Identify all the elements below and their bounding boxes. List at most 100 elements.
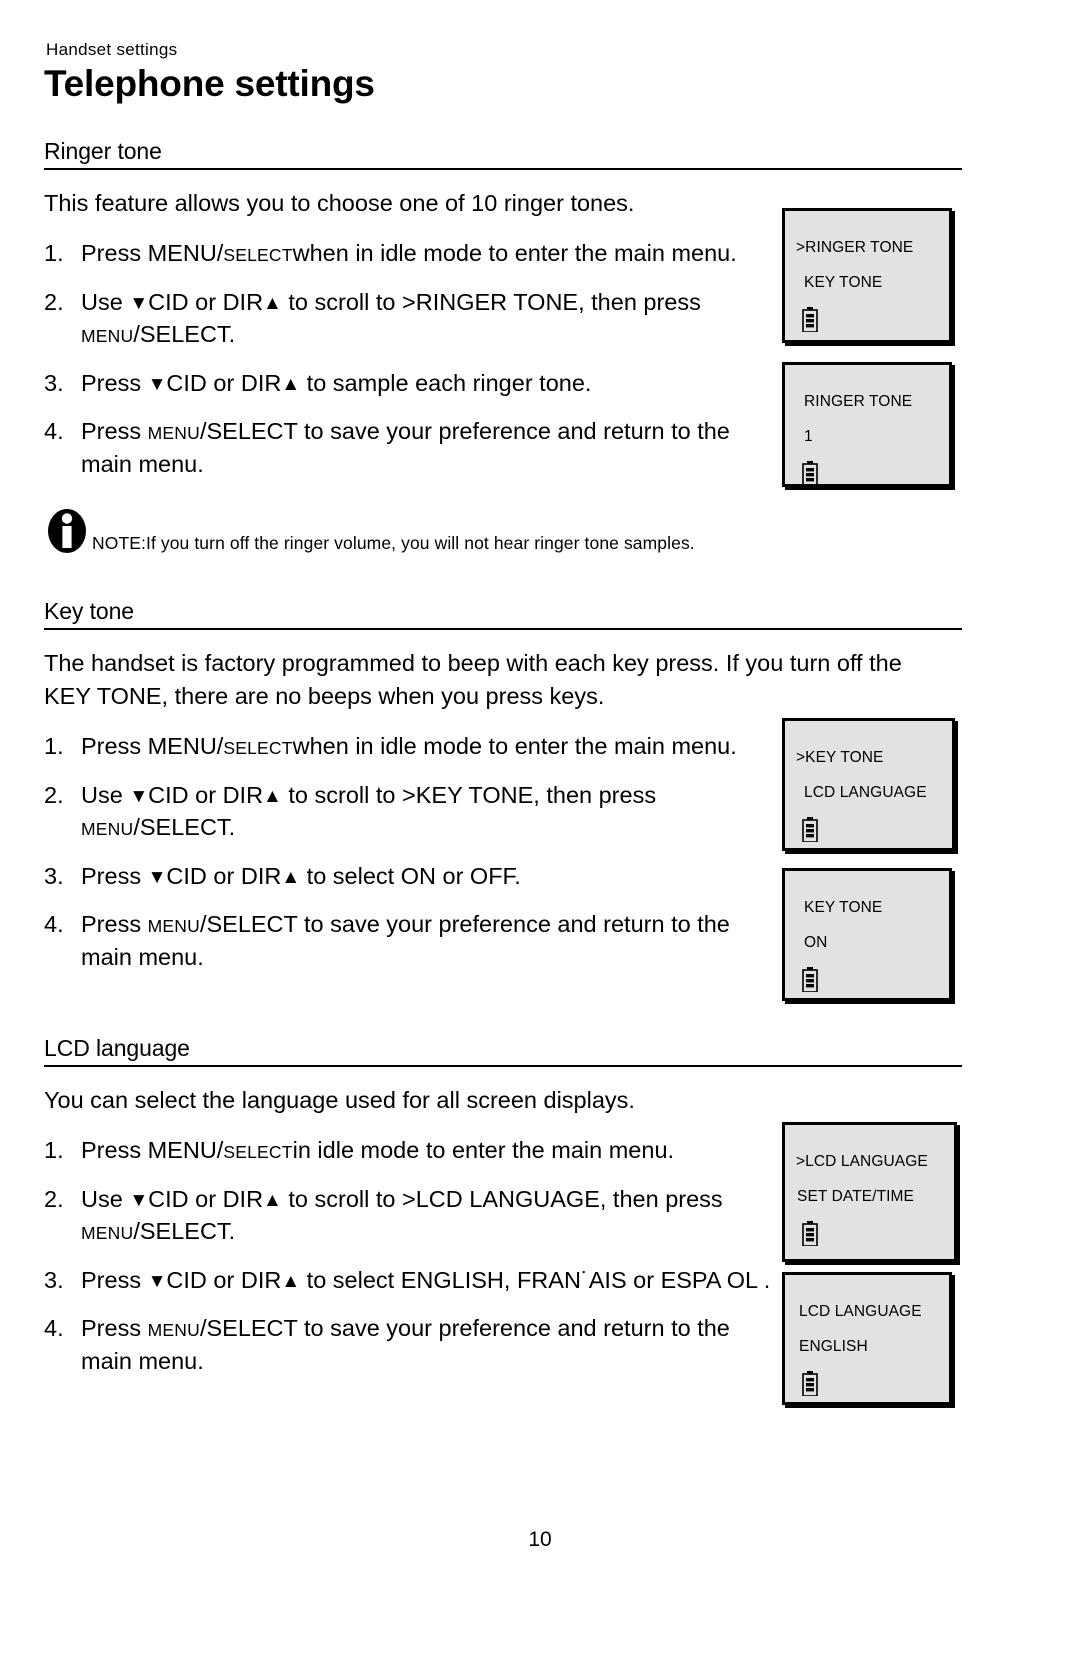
battery-icon [802,967,818,993]
lcd-line-1: >LCD LANGUAGE [796,1153,928,1170]
up-arrow-icon: ▲ [281,374,301,395]
step-number: 4. [44,418,64,444]
small-caps-text: MENU [81,819,134,839]
info-icon [48,505,86,553]
lcd-line-1: KEY TONE [804,899,883,916]
step-text: /SELECT. [133,814,236,840]
battery-icon [802,461,818,487]
lcd-line-2: LCD LANGUAGE [804,784,927,801]
step-number: 3. [44,1267,64,1293]
lcd-line-2: KEY TONE [804,274,883,291]
up-arrow-icon: ▲ [281,1271,301,1292]
step-item: 1. Press MENU/SELECTwhen in idle mode to … [44,238,781,271]
lcd-line-2: 1 [804,428,813,445]
up-arrow-icon: ▲ [281,867,301,888]
step-text: Use [81,289,130,315]
lcd-line-1: >RINGER TONE [796,239,914,256]
step-text: CID or DIR [166,863,282,889]
down-arrow-icon: ▼ [147,867,167,888]
step-number: 4. [44,911,64,937]
up-arrow-icon: ▲ [263,1190,282,1211]
step-number: 1. [44,1137,64,1163]
down-arrow-icon: ▼ [147,374,167,395]
step-text: in idle mode to enter the main menu. [292,1137,675,1163]
step-number: 1. [44,733,64,759]
step-text: to select ENGLISH, FRAN˙AIS or ESPA OL . [300,1267,771,1293]
step-text: Press [81,1315,148,1341]
lcd-line-2: ON [804,934,828,951]
step-text: Press [81,911,148,937]
step-text: Press MENU/ [81,240,224,266]
section-intro: The handset is factory programmed to bee… [44,650,902,709]
down-arrow-icon: ▼ [129,293,149,314]
step-text: Press MENU/ [81,1137,224,1163]
step-number: 2. [44,1186,64,1212]
document-page: Handset settings Telephone settings Ring… [0,0,1080,1665]
small-caps-text: MENU [147,1320,200,1340]
step-number: 2. [44,782,64,808]
lcd-screen-key-tone-value: KEY TONE ON [782,868,952,1001]
running-head: Handset settings [46,40,178,59]
small-caps-text: MENU [81,326,134,346]
step-text: to scroll to >LCD LANGUAGE, then press [281,1186,723,1212]
section-heading: Key tone [44,598,962,630]
step-text: Press [81,1267,148,1293]
lcd-line-1: LCD LANGUAGE [799,1303,922,1320]
step-item: 1. Press MENU/SELECTin idle mode to enter… [44,1135,781,1168]
small-caps-text: SELECT [223,245,293,265]
section-intro: You can select the language used for all… [44,1087,635,1113]
section-heading: Ringer tone [44,138,962,170]
step-text: CID or DIR [148,1186,264,1212]
step-text: CID or DIR [148,289,264,315]
small-caps-text: MENU [147,423,200,443]
step-text: Press MENU/ [81,733,224,759]
step-item: 1. Press MENU/SELECTwhen in idle mode to … [44,731,781,764]
lcd-screen-ringer-tone-menu: >RINGER TONE KEY TONE [782,208,952,343]
step-text: /SELECT. [133,1218,236,1244]
small-caps-text: SELECT [223,1142,293,1162]
down-arrow-icon: ▼ [147,1271,167,1292]
page-title: Telephone settings [44,63,375,104]
battery-icon [802,817,818,843]
small-caps-text: MENU [81,1223,134,1243]
step-text: to select ON or OFF. [300,863,521,889]
step-text: /SELECT [199,911,298,937]
lcd-line-1: >KEY TONE [796,749,884,766]
lcd-screen-lcd-language-menu: >LCD LANGUAGE SET DATE/TIME [782,1122,957,1262]
small-caps-text: MENU [147,916,200,936]
lcd-screen-lcd-language-value: LCD LANGUAGE ENGLISH [782,1272,952,1405]
step-text: /SELECT. [133,321,236,347]
down-arrow-icon: ▼ [129,1190,149,1211]
section-intro: This feature allows you to choose one of… [44,190,635,216]
lcd-line-1: RINGER TONE [804,393,913,410]
step-item: 3. Press ▼CID or DIR▲ to sample each ring… [44,368,781,400]
note-label: NOTE: [92,533,146,553]
step-text: to scroll to >KEY TONE, then press [281,782,657,808]
step-item: 2. Use ▼CID or DIR▲ to scroll to >RINGER … [44,287,781,352]
step-item: 2. Use ▼CID or DIR▲ to scroll to >KEY TON… [44,780,781,845]
step-item: 4. Press MENU/SELECT to save your prefere… [44,416,781,480]
small-caps-text: SELECT [223,738,293,758]
step-number: 3. [44,370,64,396]
lcd-screen-ringer-tone-value: RINGER TONE 1 [782,362,952,487]
step-item: 3. Press ▼CID or DIR▲ to select ENGLISH, … [44,1265,781,1297]
step-item: 4. Press MENU/SELECT to save your prefere… [44,909,781,973]
step-text: to sample each ringer tone. [300,370,592,396]
step-text: CID or DIR [166,370,282,396]
step-text: to scroll to >RINGER TONE, then press [281,289,701,315]
step-item: 3. Press ▼CID or DIR▲ to select ON or OFF… [44,861,781,893]
lcd-line-2: ENGLISH [799,1338,868,1355]
step-item: 4. Press MENU/SELECT to save your prefere… [44,1313,781,1377]
down-arrow-icon: ▼ [129,786,149,807]
step-text: /SELECT [199,418,298,444]
lcd-line-2: SET DATE/TIME [797,1188,914,1205]
step-text: Use [81,1186,130,1212]
step-number: 4. [44,1315,64,1341]
battery-icon [802,307,818,333]
step-text: CID or DIR [166,1267,282,1293]
step-text: when in idle mode to enter the main menu… [292,240,737,266]
up-arrow-icon: ▲ [263,293,282,314]
step-item: 2. Use ▼CID or DIR▲ to scroll to >LCD LAN… [44,1184,781,1249]
section-heading: LCD language [44,1035,962,1067]
battery-icon [802,1371,818,1397]
